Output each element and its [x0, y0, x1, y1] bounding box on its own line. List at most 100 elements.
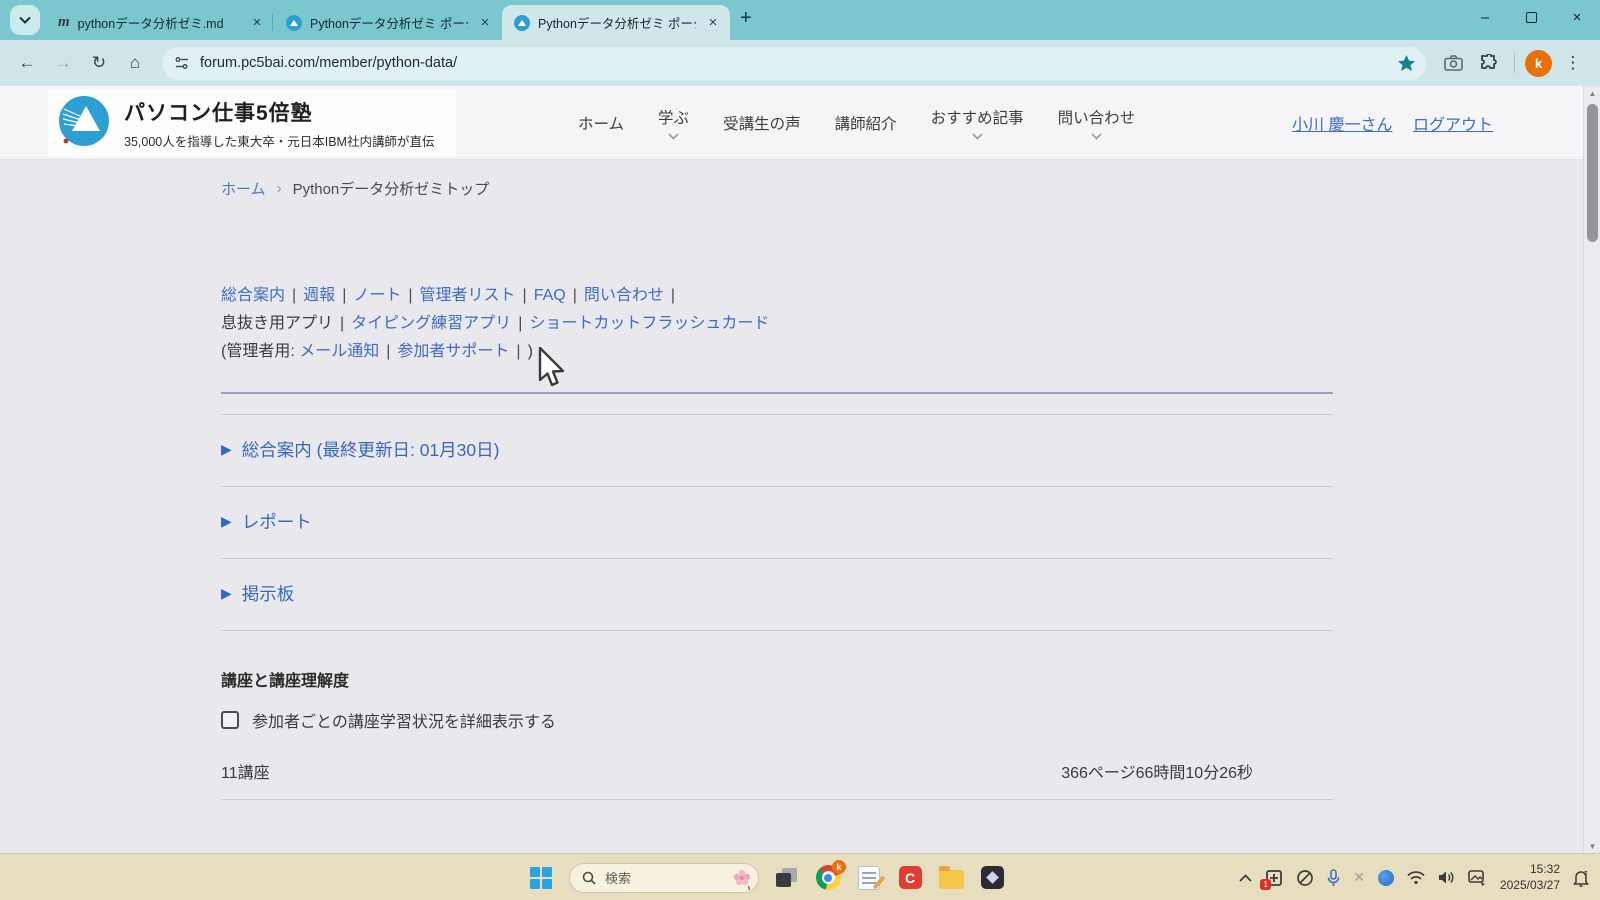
site-info-icon[interactable] [174, 56, 190, 70]
tab-portal-2-active[interactable]: Pythonデータ分析ゼミ ポータルトップ × [502, 5, 730, 40]
url-text[interactable]: forum.pc5bai.com/member/python-data/ [200, 55, 1387, 71]
file-explorer-taskbar-icon[interactable] [938, 865, 964, 891]
section-title[interactable]: 掲示板 [242, 581, 295, 606]
divider-light [221, 630, 1333, 631]
red-app-taskbar-icon[interactable]: C [897, 865, 923, 891]
quicklink[interactable]: 問い合わせ [584, 287, 664, 304]
chrome-profile-badge: k [832, 860, 846, 874]
section-toggle[interactable]: ▶ 掲示板 [221, 581, 1333, 606]
site-logo-card[interactable]: パソコン仕事5倍塾 35,000人を指導した東大卒・元日本IBM社内講師が直伝 [48, 89, 456, 157]
markdown-favicon: m [58, 14, 70, 31]
web-page: パソコン仕事5倍塾 35,000人を指導した東大卒・元日本IBM社内講師が直伝 … [0, 86, 1600, 853]
site-title: パソコン仕事5倍塾 [124, 97, 434, 127]
chevron-down-icon [668, 133, 679, 140]
quicklink[interactable]: 週報 [303, 287, 335, 304]
reload-button[interactable]: ↻ [84, 48, 114, 78]
breadcrumb-home-link[interactable]: ホーム [221, 178, 266, 199]
forward-button[interactable]: → [48, 48, 78, 78]
notepad-taskbar-icon[interactable] [856, 865, 882, 891]
breadcrumb-separator-icon: › [277, 180, 282, 197]
nav-item-home[interactable]: ホーム [578, 86, 624, 160]
tab-close-icon[interactable]: × [248, 14, 266, 31]
checkbox-label[interactable]: 参加者ごとの講座学習状況を詳細表示する [252, 708, 556, 732]
quicklink[interactable]: 参加者サポート [397, 343, 509, 360]
tab-close-icon[interactable]: × [704, 14, 722, 31]
bookmark-star-icon[interactable] [1397, 54, 1416, 72]
extensions-icon[interactable] [1474, 48, 1504, 78]
dark-app-taskbar-icon[interactable] [979, 865, 1005, 891]
maximize-icon [1526, 12, 1537, 23]
main-content: 総合案内|週報|ノート|管理者リスト|FAQ|問い合わせ| 息抜き用アプリ|タイ… [221, 282, 1333, 800]
microphone-icon[interactable] [1327, 869, 1340, 887]
minimize-button[interactable]: – [1462, 0, 1508, 34]
windows-taskbar: 検索 k C 1 [0, 853, 1600, 900]
offline-cloud-icon[interactable] [1296, 869, 1314, 887]
site-subtitle: 35,000人を指導した東大卒・元日本IBM社内講師が直伝 [124, 131, 434, 150]
tab-close-icon[interactable]: × [476, 14, 494, 31]
new-tab-button[interactable]: + [740, 7, 752, 30]
tab-markdown-file[interactable]: m pythonデータ分析ゼミ.md × [46, 5, 274, 40]
notification-bell-dnd-icon[interactable]: z [1573, 869, 1590, 887]
quicklink[interactable]: FAQ [534, 287, 566, 304]
section-general-info: ▶ 総合案内 (最終更新日: 01月30日) [221, 437, 1333, 487]
nav-item-learn[interactable]: 学ぶ [658, 86, 689, 160]
volume-icon[interactable] [1438, 870, 1455, 885]
screen: m pythonデータ分析ゼミ.md × Pythonデータ分析ゼミ ポータルト… [0, 0, 1600, 900]
page-scrollbar[interactable]: ▲ ▼ [1583, 86, 1600, 853]
taskbar-search-box[interactable]: 検索 [569, 863, 759, 893]
triangle-right-icon: ▶ [221, 585, 232, 602]
quicklink[interactable]: ノート [353, 287, 401, 304]
camera-capture-icon[interactable] [1438, 48, 1468, 78]
maximize-button[interactable] [1508, 0, 1554, 34]
start-button[interactable] [528, 865, 554, 891]
section-title[interactable]: 総合案内 (最終更新日: 01月30日) [242, 437, 500, 462]
quicklink[interactable]: 管理者リスト [420, 287, 516, 304]
folder-icon [939, 870, 964, 889]
user-name-link[interactable]: 小川 慶一さん [1292, 111, 1392, 135]
photo-import-icon[interactable] [1468, 870, 1487, 886]
chevron-down-icon [1091, 133, 1102, 140]
quicklink[interactable]: 総合案内 [221, 287, 285, 304]
taskbar-clock[interactable]: 15:32 2025/03/27 [1500, 862, 1560, 893]
tray-expand-chevron-icon[interactable] [1239, 874, 1252, 882]
inactive-x-icon[interactable]: ✕ [1353, 869, 1365, 886]
section-report: ▶ レポート [221, 509, 1333, 559]
quicklink[interactable]: メール通知 [299, 343, 379, 360]
quicklinks-block: 総合案内|週報|ノート|管理者リスト|FAQ|問い合わせ| 息抜き用アプリ|タイ… [221, 282, 1333, 366]
browser-menu-button[interactable]: ⋮ [1558, 48, 1588, 78]
back-button[interactable]: ← [12, 48, 42, 78]
blue-app-tray-icon[interactable] [1378, 870, 1394, 886]
nav-item-instructors[interactable]: 講師紹介 [835, 86, 897, 160]
close-window-button[interactable]: × [1554, 0, 1600, 34]
clock-time: 15:32 [1500, 862, 1560, 878]
address-bar[interactable]: forum.pc5bai.com/member/python-data/ [162, 47, 1426, 80]
task-view-button[interactable] [774, 865, 800, 891]
scroll-down-icon[interactable]: ▼ [1584, 839, 1600, 853]
browser-tabstrip: m pythonデータ分析ゼミ.md × Pythonデータ分析ゼミ ポータルト… [0, 0, 1600, 40]
section-toggle[interactable]: ▶ 総合案内 (最終更新日: 01月30日) [221, 437, 1333, 462]
logout-link[interactable]: ログアウト [1413, 111, 1493, 135]
nav-item-contact[interactable]: 問い合わせ [1058, 86, 1136, 160]
tab-search-button[interactable] [10, 5, 40, 35]
home-button[interactable]: ⌂ [120, 48, 150, 78]
tab-title: Pythonデータ分析ゼミ ポータルトップ [538, 13, 696, 32]
scrollbar-thumb[interactable] [1587, 104, 1598, 242]
nav-item-articles[interactable]: おすすめ記事 [931, 86, 1024, 160]
nav-item-voices[interactable]: 受講生の声 [723, 86, 801, 160]
section-title[interactable]: レポート [242, 509, 312, 534]
detail-display-checkbox[interactable] [221, 711, 239, 729]
wifi-icon[interactable] [1407, 871, 1425, 885]
breadcrumb: ホーム › Pythonデータ分析ゼミトップ [221, 178, 489, 199]
quicklink[interactable]: タイピング練習アプリ [351, 315, 511, 332]
course-count: 11講座 [221, 759, 270, 783]
section-toggle[interactable]: ▶ レポート [221, 509, 1333, 534]
red-app-icon: C [899, 866, 922, 889]
chevron-down-icon [19, 16, 31, 24]
profile-avatar[interactable]: k [1525, 50, 1552, 77]
scroll-up-icon[interactable]: ▲ [1584, 86, 1600, 100]
sync-app-tray-icon[interactable]: 1 [1265, 869, 1283, 887]
tab-portal-1[interactable]: Pythonデータ分析ゼミ ポータルトップ × [274, 5, 502, 40]
chrome-taskbar-icon[interactable]: k [815, 865, 841, 891]
toolbar-divider [1514, 53, 1515, 73]
quicklink[interactable]: ショートカットフラッシュカード [529, 315, 769, 332]
